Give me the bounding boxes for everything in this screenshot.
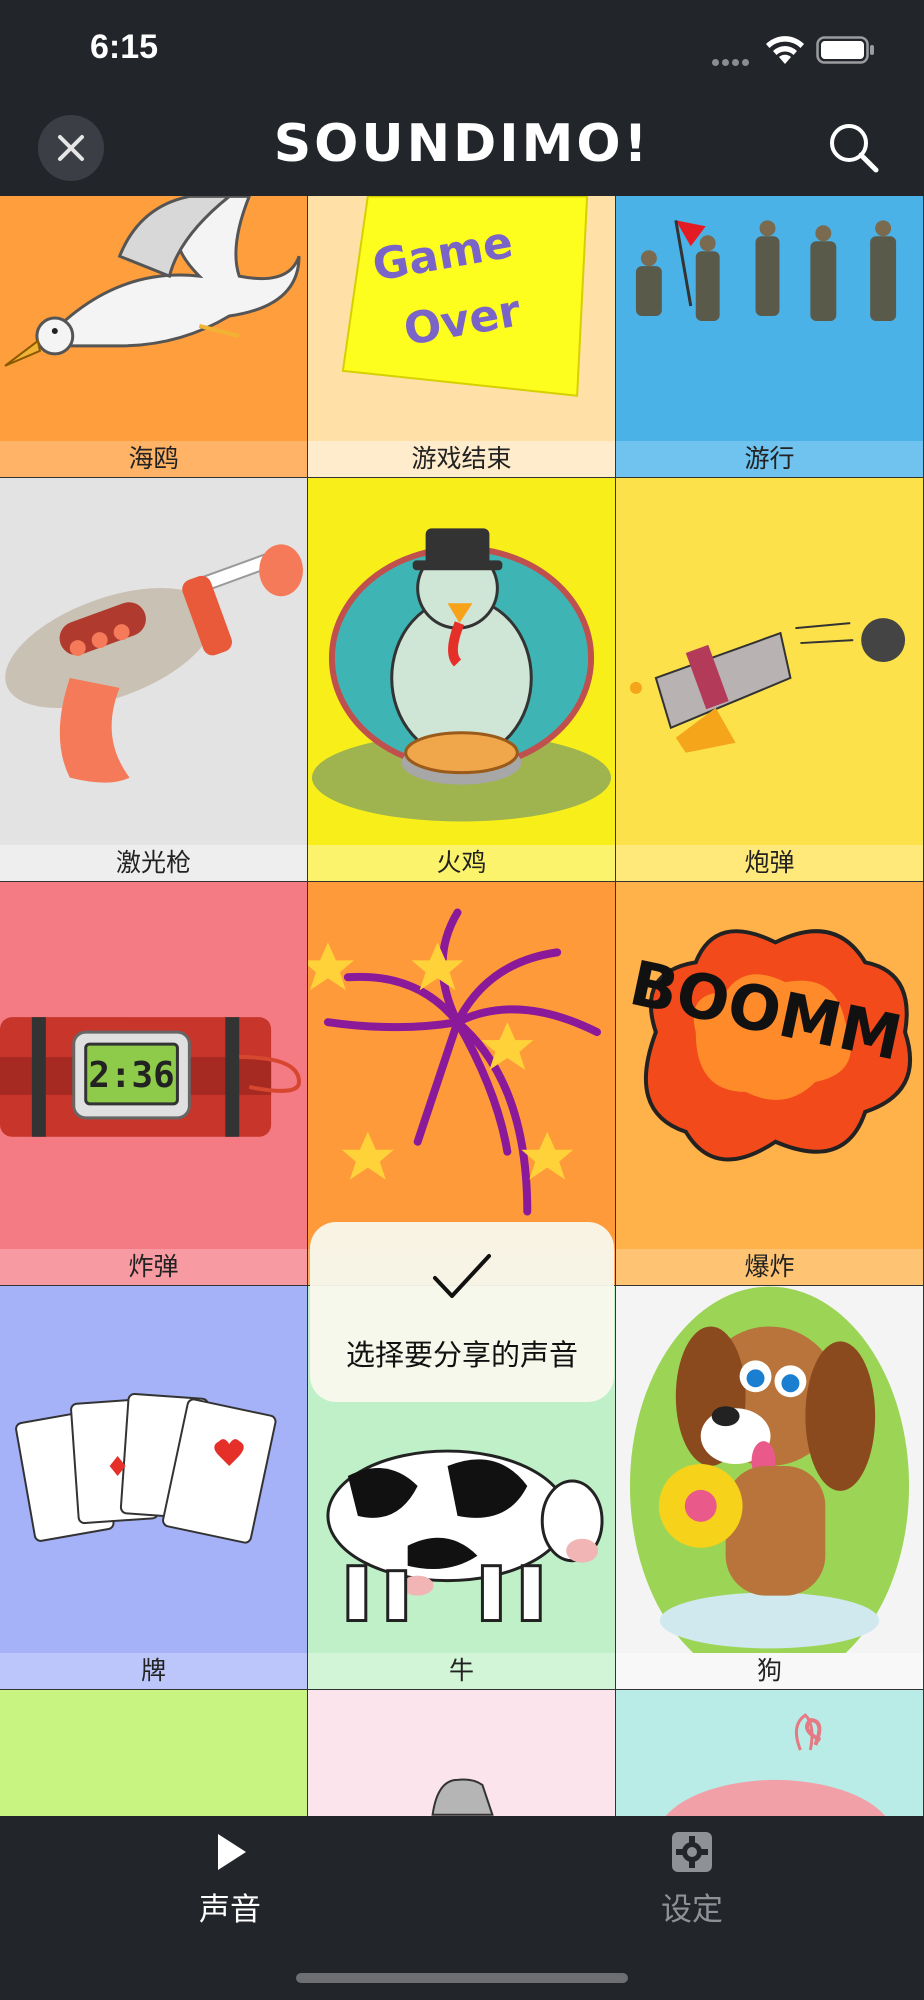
home-indicator xyxy=(296,1973,628,1983)
share-hint-toast: 选择要分享的声音 xyxy=(310,1222,614,1402)
tab-label: 设定 xyxy=(661,1892,723,1928)
tab-sounds[interactable]: 声音 xyxy=(130,1816,330,1936)
sound-tile-cannonball[interactable]: 炮弹 xyxy=(616,478,924,882)
seagull-icon xyxy=(4,196,301,367)
sound-tile-turkey[interactable]: 火鸡 xyxy=(308,478,616,882)
tile-label: 牛 xyxy=(308,1653,615,1689)
tile-label: 火鸡 xyxy=(308,845,615,881)
sound-tile-explosion[interactable]: BOOMM 爆炸 xyxy=(616,882,924,1286)
time-bomb-icon: 2:36 xyxy=(0,1017,302,1137)
app-logo: SOUNDIMO! xyxy=(273,114,651,174)
game-over-note-icon: Game Over xyxy=(341,196,589,397)
sound-tile[interactable] xyxy=(308,1690,616,1816)
explosion-icon: BOOMM xyxy=(624,929,912,1162)
sound-tile-parade[interactable]: 游行 xyxy=(616,196,924,478)
wifi-icon xyxy=(766,36,804,64)
sound-tile-seagull[interactable]: 海鸥 xyxy=(0,196,308,478)
sound-tile[interactable] xyxy=(616,1690,924,1816)
tile-label: 爆炸 xyxy=(616,1249,923,1285)
sound-tile-laser-gun[interactable]: 激光枪 xyxy=(0,478,308,882)
tile-label: 游戏结束 xyxy=(308,441,615,477)
checkmark-icon xyxy=(433,1254,491,1298)
tab-settings[interactable]: 设定 xyxy=(592,1816,792,1936)
search-button[interactable] xyxy=(824,118,884,178)
bomb-timer: 2:36 xyxy=(88,1055,174,1096)
tile-label: 游行 xyxy=(616,441,923,477)
cellular-signal-icon xyxy=(712,53,756,66)
turkey-icon xyxy=(311,528,612,822)
tile-label: 牌 xyxy=(0,1653,307,1689)
tile-label: 激光枪 xyxy=(0,845,307,881)
sound-tile-bomb[interactable]: 2:36 炸弹 xyxy=(0,882,308,1286)
play-icon xyxy=(218,1834,246,1870)
tile-label: 海鸥 xyxy=(0,441,307,477)
sound-grid: 海鸥 Game Over 游戏结束 游行 激光枪 火鸡 炮弹 2:36 炸弹 B… xyxy=(0,196,924,1816)
sound-tile-game-over[interactable]: Game Over 游戏结束 xyxy=(308,196,616,478)
sound-tile-dog[interactable]: 狗 xyxy=(616,1286,924,1690)
app-header: SOUNDIMO! xyxy=(0,100,924,196)
pig-icon xyxy=(665,1713,886,1816)
status-bar: 6:15 xyxy=(0,0,924,100)
toast-message: 选择要分享的声音 xyxy=(345,1338,578,1372)
tab-label: 声音 xyxy=(199,1892,261,1928)
laser-gun-icon xyxy=(5,544,304,783)
tile-label: 炸弹 xyxy=(0,1249,307,1285)
cannon-icon xyxy=(629,618,906,753)
tile-label: 狗 xyxy=(616,1653,923,1689)
tile-label: 炮弹 xyxy=(616,845,923,881)
sheep-icon xyxy=(431,1778,494,1816)
status-time: 6:15 xyxy=(90,28,159,66)
dog-icon xyxy=(629,1286,910,1654)
battery-icon xyxy=(816,36,874,64)
sound-tile-cards[interactable]: 牌 xyxy=(0,1286,308,1690)
search-icon xyxy=(830,124,879,173)
playing-cards-icon xyxy=(15,1393,277,1544)
gear-icon xyxy=(672,1832,712,1872)
fireworks-icon xyxy=(308,908,602,1216)
sound-tile[interactable] xyxy=(0,1690,308,1816)
soldiers-parade-icon xyxy=(635,220,897,321)
